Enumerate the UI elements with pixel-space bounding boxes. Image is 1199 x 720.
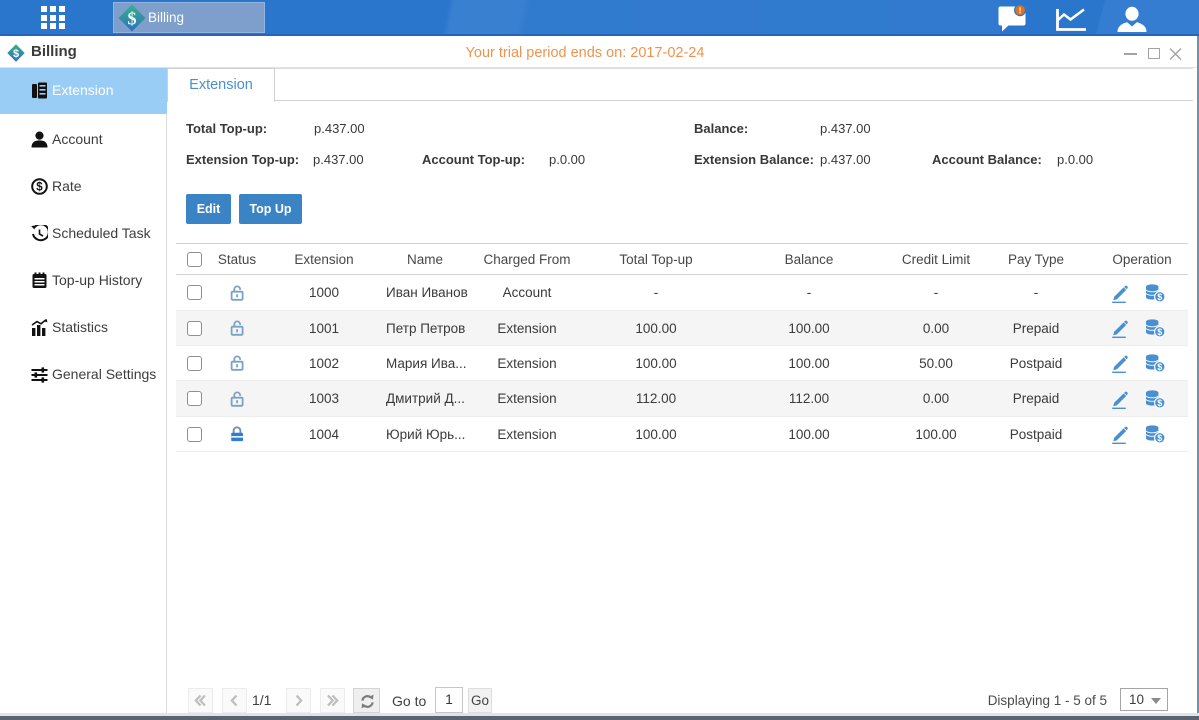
- svg-text:$: $: [1157, 398, 1162, 408]
- svg-text:$: $: [1157, 327, 1162, 337]
- svg-text:$: $: [128, 9, 137, 29]
- svg-text:$: $: [1157, 292, 1162, 302]
- svg-text:$: $: [36, 182, 43, 194]
- svg-text:!: !: [1019, 5, 1022, 15]
- svg-text:$: $: [1157, 362, 1162, 372]
- svg-text:$: $: [1157, 433, 1162, 443]
